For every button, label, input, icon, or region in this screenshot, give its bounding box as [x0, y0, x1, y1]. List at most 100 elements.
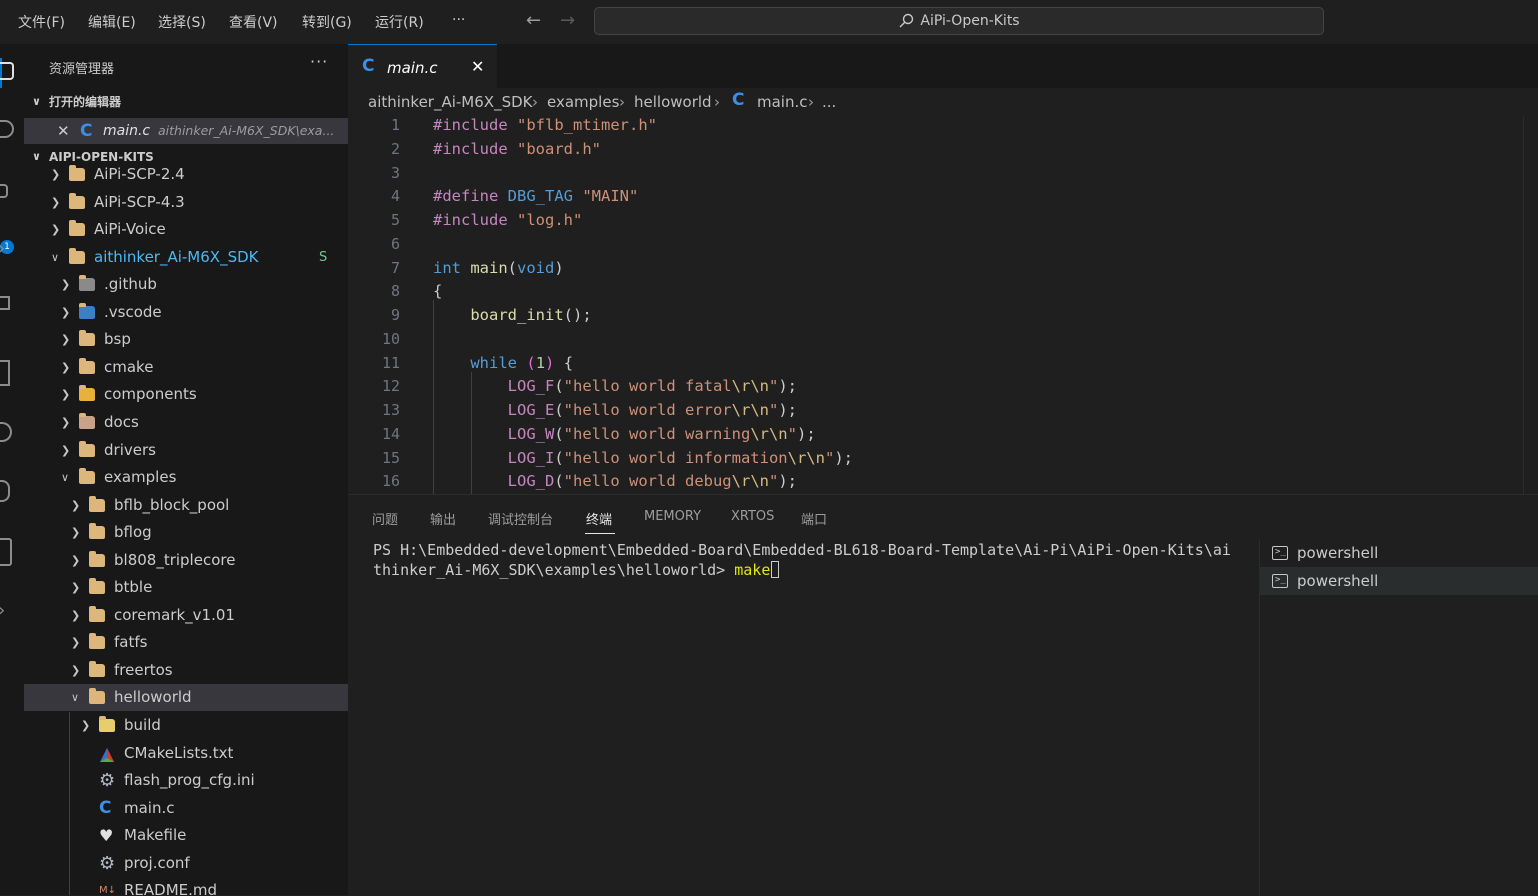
makefile-icon: ♥: [99, 826, 114, 846]
tree-item-label: .vscode: [104, 302, 162, 321]
tree-item[interactable]: ❯ build: [24, 712, 348, 739]
run-debug-arrow-icon[interactable]: ›: [0, 238, 5, 259]
testing-icon[interactable]: [0, 480, 10, 502]
menu-more-icon[interactable]: ···: [452, 12, 465, 28]
tree-item-label: cmake: [104, 357, 154, 376]
code-line: {: [433, 282, 443, 301]
tree-item[interactable]: ∨ aithinker_Ai-M6X_SDK S: [24, 244, 348, 271]
tab-close-icon[interactable]: ✕: [471, 57, 484, 76]
tree-item[interactable]: ❯ components: [24, 381, 348, 408]
tree-item[interactable]: ❯ cmake: [24, 354, 348, 381]
explorer-more-icon[interactable]: ···: [310, 52, 328, 71]
gear-icon: ⚙: [99, 852, 116, 874]
tree-item[interactable]: ❯ .vscode: [24, 299, 348, 326]
tree-item[interactable]: ❯ bl808_triplecore: [24, 547, 348, 574]
line-number: 2: [390, 139, 400, 158]
explorer-title: 资源管理器: [49, 62, 115, 77]
device-icon[interactable]: [0, 538, 12, 566]
tab-memory[interactable]: MEMORY: [644, 509, 701, 524]
line-number: 6: [390, 234, 400, 253]
menu-view[interactable]: 查看(V): [229, 12, 278, 32]
breadcrumb-separator-icon: ›: [808, 93, 814, 111]
tree-item[interactable]: ⚙ proj.conf: [24, 850, 348, 877]
code-line: while (1) {: [470, 353, 574, 372]
tree-item[interactable]: ♥ Makefile: [24, 822, 348, 849]
forward-arrow-icon[interactable]: →: [560, 10, 575, 31]
breadcrumb-sdk[interactable]: aithinker_Ai-M6X_SDK: [368, 93, 532, 111]
breadcrumb-helloworld[interactable]: helloworld: [634, 93, 712, 111]
terminal-entry[interactable]: >_ powershell: [1260, 567, 1538, 595]
code-line: board_init();: [470, 306, 592, 324]
code-line: LOG_D("hello world debug\r\n");: [507, 472, 797, 491]
chevron-right-icon[interactable]: ›: [0, 600, 5, 621]
menu-go[interactable]: 转到(G): [302, 12, 352, 32]
breadcrumb-main-c[interactable]: main.c: [757, 93, 808, 111]
breadcrumb-examples[interactable]: examples: [547, 93, 619, 111]
open-editors-header[interactable]: ∨ 打开的编辑器: [24, 91, 348, 113]
tree-item-label: helloworld: [114, 688, 192, 707]
source-control-icon[interactable]: [0, 184, 8, 198]
back-arrow-icon[interactable]: ←: [526, 10, 541, 31]
menu-edit[interactable]: 编辑(E): [88, 12, 136, 32]
open-editor-name: main.c: [103, 123, 151, 139]
tree-item[interactable]: Cmain.c: [24, 795, 348, 822]
tab-problems[interactable]: 问题: [372, 509, 398, 528]
tab-xrtos[interactable]: XRTOS: [731, 509, 774, 524]
tree-item[interactable]: ❯ freertos: [24, 657, 348, 684]
extensions-icon[interactable]: [0, 296, 10, 310]
menu-selection[interactable]: 选择(S): [158, 12, 206, 32]
tree-item[interactable]: ❯ fatfs: [24, 629, 348, 656]
close-icon[interactable]: ✕: [57, 118, 70, 144]
breadcrumb-separator-icon: ›: [714, 93, 720, 111]
tab-terminal[interactable]: 终端: [586, 509, 612, 528]
chevron-right-icon: ❯: [61, 305, 71, 319]
tree-item[interactable]: ❯ docs: [24, 409, 348, 436]
tree-item[interactable]: ⚙ flash_prog_cfg.ini: [24, 767, 348, 794]
tab-ports[interactable]: 端口: [801, 509, 827, 528]
tab-main-c[interactable]: C main.c ✕: [348, 44, 497, 88]
menu-run[interactable]: 运行(R): [375, 12, 424, 32]
tree-item[interactable]: ❯ btble: [24, 574, 348, 601]
tree-item[interactable]: ∨ examples: [24, 464, 348, 491]
code-line: #include "board.h": [433, 139, 601, 158]
command-center-search[interactable]: AiPi-Open-Kits: [594, 7, 1324, 35]
tree-item[interactable]: ❯ AiPi-SCP-4.3: [24, 189, 348, 216]
terminal-list: >_ powershell >_ powershell: [1259, 539, 1538, 896]
folder-icon: [69, 220, 85, 237]
open-editor-item[interactable]: ✕ C main.c aithinker_Ai-M6X_SDK\exa...: [24, 118, 348, 144]
line-number: 16: [381, 472, 400, 491]
bottom-panel: 问题 输出 调试控制台 终端 MEMORY XRTOS 端口 PS H:\Emb…: [348, 494, 1538, 896]
tree-item[interactable]: ❯ bsp: [24, 326, 348, 353]
explorer-icon[interactable]: [0, 62, 14, 80]
tree-item[interactable]: CMakeLists.txt: [24, 740, 348, 767]
tree-item-label: coremark_v1.01: [114, 605, 235, 624]
tree-item[interactable]: ❯ drivers: [24, 437, 348, 464]
chevron-right-icon: ❯: [71, 526, 81, 540]
terminal-name: powershell: [1297, 544, 1379, 562]
tree-item[interactable]: ❯ bflog: [24, 519, 348, 546]
breadcrumb-symbol[interactable]: ...: [822, 93, 836, 111]
terminal-prompt-line: thinker_Ai-M6X_SDK\examples\helloworld> …: [373, 561, 780, 579]
code-editor[interactable]: 1 #include "bflb_mtimer.h" 2 #include "boar…: [348, 116, 1538, 494]
tab-debug-console[interactable]: 调试控制台: [488, 509, 553, 528]
chip-icon[interactable]: [0, 360, 10, 386]
tab-output[interactable]: 输出: [430, 509, 456, 528]
tree-item[interactable]: ❯ coremark_v1.01: [24, 602, 348, 629]
breadcrumb-separator-icon: ›: [619, 93, 625, 111]
editor-scrollbar[interactable]: [1523, 116, 1538, 494]
chevron-right-icon: ❯: [61, 388, 71, 402]
tree-item[interactable]: M↓ README.md: [24, 877, 348, 895]
tree-item-label: bflb_block_pool: [114, 495, 230, 514]
tree-item[interactable]: ❯ AiPi-SCP-2.4: [24, 161, 348, 188]
folder-icon: [69, 165, 85, 181]
github-folder-icon: [79, 275, 95, 292]
search-view-icon[interactable]: [0, 120, 14, 138]
tree-item[interactable]: ❯ .github: [24, 271, 348, 298]
tree-item[interactable]: ❯ AiPi-Voice: [24, 216, 348, 243]
terminal-entry[interactable]: >_ powershell: [1260, 539, 1538, 567]
code-line: LOG_E("hello world error\r\n");: [507, 401, 797, 419]
tree-item[interactable]: ∨ helloworld: [24, 684, 348, 712]
menu-file[interactable]: 文件(F): [18, 12, 65, 32]
tree-item[interactable]: ❯ bflb_block_pool: [24, 492, 348, 519]
remote-icon[interactable]: [0, 422, 12, 442]
